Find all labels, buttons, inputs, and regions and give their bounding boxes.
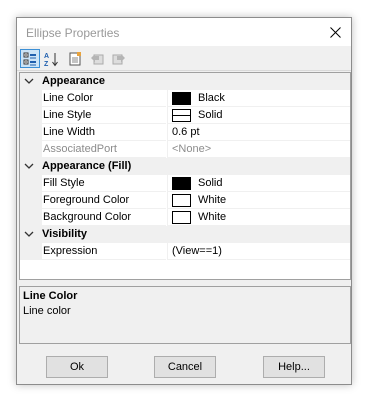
forward-icon (112, 53, 125, 64)
ok-button[interactable]: Ok (46, 356, 108, 378)
property-name: Background Color (42, 209, 166, 226)
property-value[interactable]: White (167, 209, 350, 226)
chevron-down-icon[interactable] (24, 229, 34, 239)
property-row-foreground-color[interactable]: Foreground Color White (20, 192, 350, 209)
svg-text:A: A (44, 53, 49, 60)
value-text: Solid (198, 109, 223, 121)
row-gutter (20, 124, 42, 141)
row-gutter (20, 243, 42, 260)
property-value[interactable]: Solid (167, 175, 350, 192)
category-label: Appearance (Fill) (42, 160, 132, 172)
alphabetical-icon: A Z (44, 52, 58, 67)
value-text: <None> (172, 143, 212, 155)
property-value[interactable]: White (167, 192, 350, 209)
value-text: (View==1) (172, 245, 222, 257)
value-text: Black (198, 92, 225, 104)
category-label: Visibility (42, 228, 88, 240)
property-row-line-style[interactable]: Line Style Solid (20, 107, 350, 124)
dialog-footer: Ok Cancel Help... (19, 348, 351, 384)
cancel-button[interactable]: Cancel (154, 356, 216, 378)
close-button[interactable] (319, 18, 351, 46)
property-pages-icon (69, 51, 81, 65)
property-name: Expression (42, 243, 166, 260)
property-value[interactable]: 0.6 pt (167, 124, 350, 141)
value-text: White (198, 211, 227, 223)
property-grid: Appearance Line Color Black Line Style S… (19, 72, 351, 280)
property-value[interactable]: (View==1) (167, 243, 350, 260)
help-button[interactable]: Help... (263, 356, 325, 378)
property-name: Line Width (42, 124, 166, 141)
row-gutter (20, 192, 42, 209)
category-appearance[interactable]: Appearance (20, 73, 350, 90)
window-title: Ellipse Properties (26, 26, 120, 40)
value-text: 0.6 pt (172, 126, 200, 138)
property-row-background-color[interactable]: Background Color White (20, 209, 350, 226)
color-swatch (172, 177, 191, 190)
svg-text:Z: Z (44, 61, 49, 67)
color-swatch (172, 211, 191, 224)
property-row-line-color[interactable]: Line Color Black (20, 90, 350, 107)
row-gutter (20, 90, 42, 107)
forward-button[interactable] (109, 49, 129, 68)
row-gutter (20, 107, 42, 124)
alphabetical-button[interactable]: A Z (42, 49, 62, 68)
color-swatch (172, 92, 191, 105)
property-name: Foreground Color (42, 192, 166, 209)
back-button[interactable] (87, 49, 107, 68)
properties-dialog: Ellipse Properties A Z Appearance Line C… (16, 17, 352, 385)
property-value[interactable]: Black (167, 90, 350, 107)
color-swatch (172, 194, 191, 207)
category-visibility[interactable]: Visibility (20, 226, 350, 243)
property-row-expression[interactable]: Expression (View==1) (20, 243, 350, 260)
chevron-down-icon[interactable] (24, 76, 34, 86)
line-style-swatch (172, 109, 191, 122)
property-name: AssociatedPort (42, 141, 166, 158)
description-pane: Line Color Line color (19, 286, 351, 344)
description-title: Line Color (23, 290, 78, 302)
category-label: Appearance (42, 75, 105, 87)
property-name: Fill Style (42, 175, 166, 192)
property-row-line-width[interactable]: Line Width 0.6 pt (20, 124, 350, 141)
value-text: White (198, 194, 227, 206)
property-row-fill-style[interactable]: Fill Style Solid (20, 175, 350, 192)
back-icon (91, 53, 104, 64)
row-gutter (20, 175, 42, 192)
row-gutter (20, 141, 42, 158)
chevron-down-icon[interactable] (24, 161, 34, 171)
property-value[interactable]: <None> (167, 141, 350, 158)
property-pages-button[interactable] (65, 49, 85, 68)
category-appearance-fill[interactable]: Appearance (Fill) (20, 158, 350, 175)
description-body: Line color (23, 305, 71, 317)
property-row-associated-port[interactable]: AssociatedPort <None> (20, 141, 350, 158)
property-name: Line Style (42, 107, 166, 124)
title-bar: Ellipse Properties (17, 18, 351, 46)
value-text: Solid (198, 177, 223, 189)
toolbar: A Z (17, 46, 351, 71)
property-value[interactable]: Solid (167, 107, 350, 124)
property-name: Line Color (42, 90, 166, 107)
categorized-icon (23, 52, 36, 65)
close-icon (329, 26, 341, 38)
row-gutter (20, 209, 42, 226)
categorized-button[interactable] (20, 49, 40, 68)
